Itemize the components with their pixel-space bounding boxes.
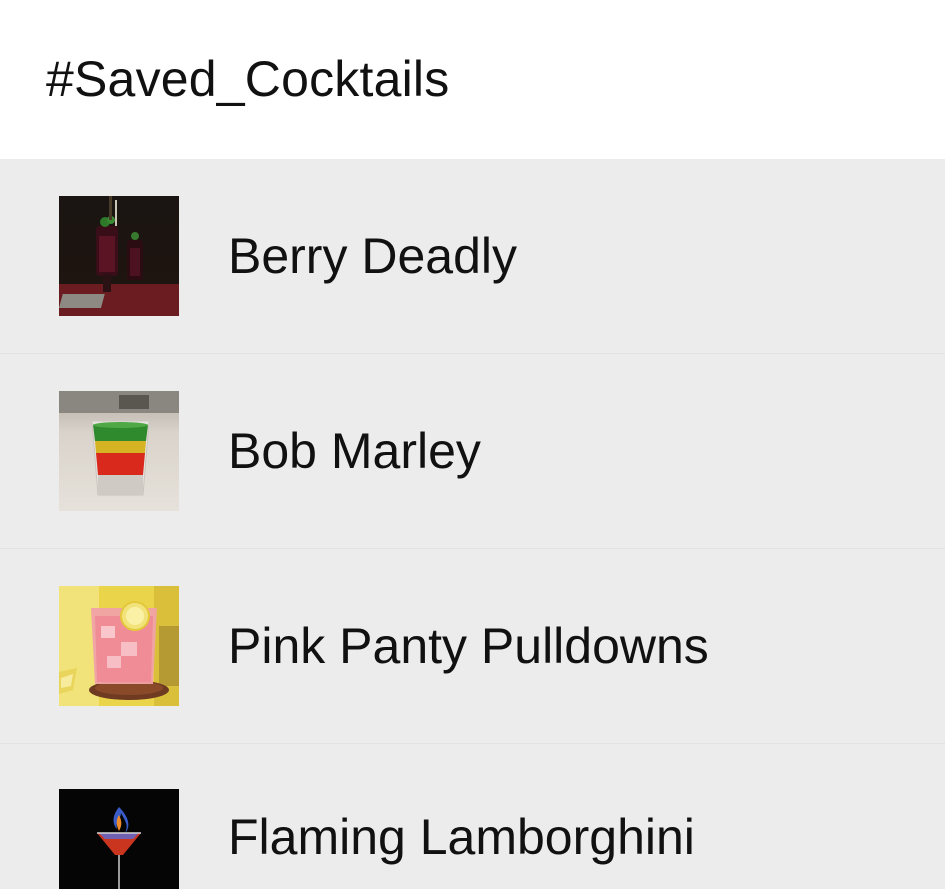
cocktail-thumbnail — [59, 586, 179, 706]
cocktail-thumbnail — [59, 789, 179, 889]
list-item[interactable]: Flaming Lamborghini — [0, 744, 945, 889]
cocktail-thumbnail — [59, 196, 179, 316]
cocktail-name: Flaming Lamborghini — [228, 809, 695, 865]
app-header: #Saved_Cocktails — [0, 0, 945, 159]
saved-cocktails-screen: #Saved_Cocktails Berry Deadly Bob Marley… — [0, 0, 945, 889]
bob-marley-photo — [59, 391, 179, 511]
pink-panty-pulldowns-photo — [59, 586, 179, 706]
berry-deadly-photo — [59, 196, 179, 316]
cocktail-thumbnail — [59, 391, 179, 511]
cocktail-name: Berry Deadly — [228, 228, 517, 284]
list-item[interactable]: Berry Deadly — [0, 159, 945, 354]
flaming-lamborghini-photo — [59, 789, 179, 889]
cocktail-list[interactable]: Berry Deadly Bob Marley Pink Panty Pulld… — [0, 159, 945, 889]
list-item[interactable]: Bob Marley — [0, 354, 945, 549]
list-item[interactable]: Pink Panty Pulldowns — [0, 549, 945, 744]
page-title: #Saved_Cocktails — [46, 50, 450, 107]
cocktail-name: Pink Panty Pulldowns — [228, 618, 709, 674]
cocktail-name: Bob Marley — [228, 423, 481, 479]
